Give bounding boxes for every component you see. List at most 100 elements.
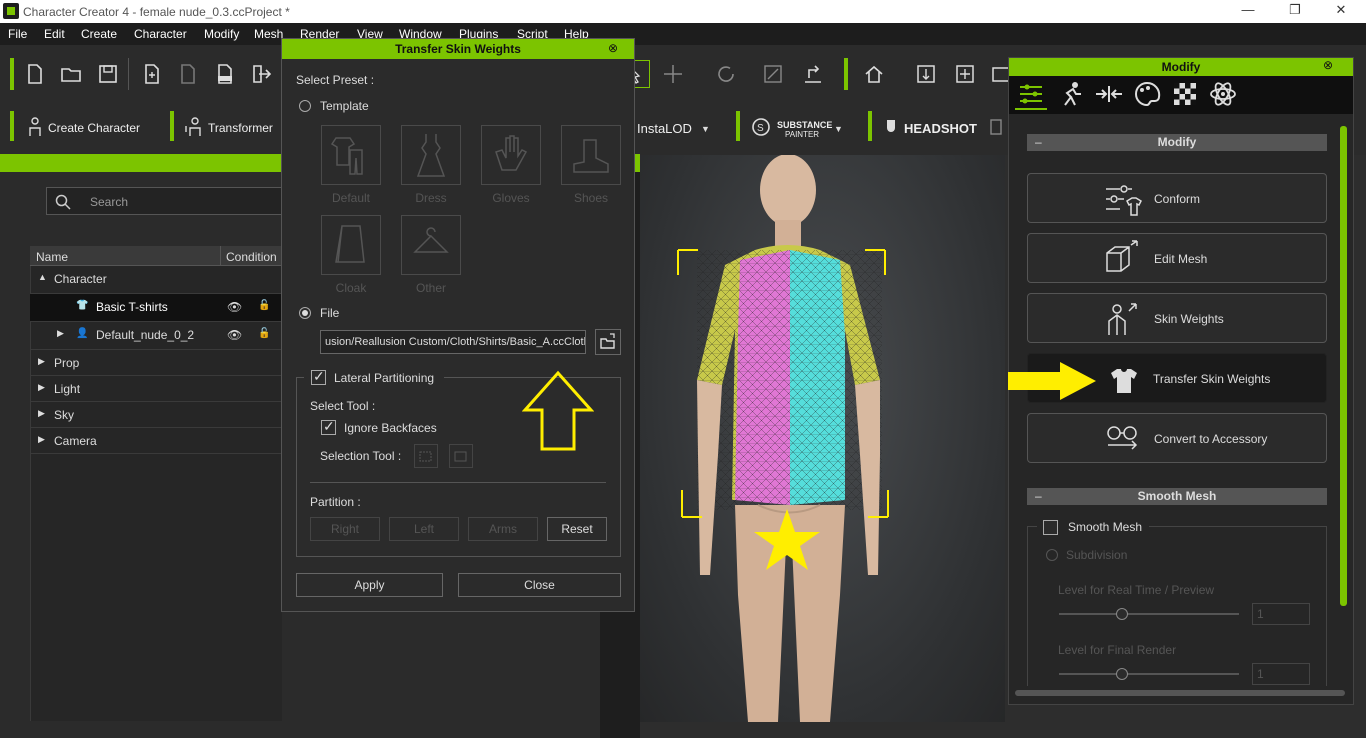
fit-vertical-icon[interactable]	[915, 63, 937, 85]
modify-vertical-scrollbar[interactable]	[1340, 126, 1347, 606]
new-file-icon[interactable]	[24, 63, 46, 85]
edit-mesh-button[interactable]: Edit Mesh	[1027, 233, 1327, 283]
lasso-selection-button[interactable]	[449, 444, 473, 468]
preset-cloak-label: Cloak	[335, 281, 367, 295]
tree-row-character[interactable]: ▲ Character	[30, 266, 282, 294]
tab-modify-sliders[interactable]	[1015, 78, 1047, 110]
tab-morph[interactable]	[1093, 78, 1125, 110]
partition-left-button[interactable]: Left	[389, 517, 459, 541]
modify-close-icon[interactable]: ⊗	[1323, 58, 1333, 72]
open-folder-icon[interactable]	[60, 63, 82, 85]
browse-file-button[interactable]	[595, 329, 621, 355]
expand-arrow-icon[interactable]: ▶	[57, 328, 64, 339]
preset-dress-tile[interactable]	[401, 125, 461, 185]
section-modify-header[interactable]: Modify	[1027, 134, 1327, 151]
apply-button[interactable]: Apply	[296, 573, 443, 597]
tab-texture[interactable]	[1169, 78, 1201, 110]
substance-label-top[interactable]: SUBSTANCE	[777, 120, 832, 130]
level-final-spinbox[interactable]: 1	[1252, 663, 1310, 685]
ic-export-icon[interactable]	[177, 63, 199, 85]
modify-panel-title: Modify	[1009, 58, 1353, 76]
expand-arrow-icon[interactable]: ▶	[38, 408, 45, 419]
modify-horizontal-scrollbar[interactable]	[1015, 690, 1345, 696]
expand-arrow-icon[interactable]: ▶	[38, 434, 45, 445]
menu-file[interactable]: File	[8, 27, 27, 41]
lateral-partitioning-checkbox[interactable]	[311, 368, 326, 385]
instalod-button[interactable]: InstaLOD	[637, 121, 692, 136]
create-character-button[interactable]: Create Character	[48, 121, 140, 135]
menu-edit[interactable]: Edit	[44, 27, 65, 41]
level-realtime-slider[interactable]	[1059, 613, 1239, 615]
subdivision-radio[interactable]	[1046, 549, 1058, 561]
tree-row-sky[interactable]: ▶ Sky	[30, 402, 282, 428]
close-button[interactable]: Close	[458, 573, 621, 597]
conform-button[interactable]: Conform	[1027, 173, 1327, 223]
3d-viewport[interactable]	[640, 155, 1005, 722]
dialog-close-icon[interactable]: ⊗	[608, 41, 618, 55]
menu-mesh[interactable]: Mesh	[254, 27, 283, 41]
close-window-button[interactable]: ✕	[1330, 2, 1352, 20]
convert-to-accessory-button[interactable]: Convert to Accessory	[1027, 413, 1327, 463]
skin-weights-button[interactable]: Skin Weights	[1027, 293, 1327, 343]
menu-character[interactable]: Character	[134, 27, 187, 41]
preset-shoes-tile[interactable]	[561, 125, 621, 185]
preset-cloak-tile[interactable]	[321, 215, 381, 275]
export-icon[interactable]	[250, 63, 272, 85]
level-realtime-spinbox[interactable]: 1	[1252, 603, 1310, 625]
level-final-slider-knob[interactable]	[1116, 668, 1128, 680]
level-final-slider[interactable]	[1059, 673, 1239, 675]
headshot-extra-icon[interactable]	[986, 116, 1008, 138]
substance-label-bottom[interactable]: PAINTER	[785, 130, 819, 139]
section-smooth-mesh-header[interactable]: Smooth Mesh	[1027, 488, 1327, 505]
preset-default-tile[interactable]	[321, 125, 381, 185]
substance-dropdown-icon[interactable]: ▼	[834, 124, 843, 134]
home-icon[interactable]	[863, 63, 885, 85]
substance-icon: S	[750, 116, 772, 138]
lock-icon[interactable]: 🔓	[258, 328, 270, 339]
tab-physics[interactable]	[1207, 78, 1239, 110]
level-realtime-slider-knob[interactable]	[1116, 608, 1128, 620]
visibility-eye-icon[interactable]: 👁	[227, 328, 242, 342]
partition-reset-button[interactable]: Reset	[547, 517, 607, 541]
import-icon[interactable]	[141, 63, 163, 85]
partition-arms-button[interactable]: Arms	[468, 517, 538, 541]
preset-other-tile[interactable]	[401, 215, 461, 275]
ignore-backfaces-checkbox[interactable]	[321, 418, 336, 435]
menu-modify[interactable]: Modify	[204, 27, 239, 41]
instalod-dropdown-icon[interactable]: ▼	[701, 124, 710, 134]
restore-button[interactable]: ❐	[1284, 2, 1306, 20]
tree-row-light[interactable]: ▶ Light	[30, 376, 282, 402]
tree-row-default-nude[interactable]: ▶ 👤 Default_nude_0_2 👁 🔓	[30, 322, 282, 350]
move-icon[interactable]	[662, 63, 684, 85]
rect-selection-button[interactable]	[414, 444, 438, 468]
tab-material[interactable]	[1131, 78, 1163, 110]
preset-gloves-tile[interactable]	[481, 125, 541, 185]
usd-export-icon[interactable]	[214, 63, 236, 85]
scale-icon[interactable]	[762, 63, 784, 85]
column-condition[interactable]: Condition	[226, 250, 277, 264]
expand-arrow-icon[interactable]: ▶	[38, 356, 45, 367]
tree-header: Name Condition	[30, 246, 282, 266]
file-path-input[interactable]: usion/Reallusion Custom/Cloth/Shirts/Bas…	[320, 330, 586, 354]
tab-motion[interactable]	[1055, 78, 1087, 110]
visibility-eye-icon[interactable]: 👁	[227, 300, 242, 314]
minimize-button[interactable]: —	[1237, 2, 1259, 20]
file-radio[interactable]	[299, 307, 311, 319]
save-icon[interactable]	[97, 63, 119, 85]
lock-icon[interactable]: 🔓	[258, 300, 270, 311]
fit-all-icon[interactable]	[954, 63, 976, 85]
partition-right-button[interactable]: Right	[310, 517, 380, 541]
expand-arrow-icon[interactable]: ▶	[38, 382, 45, 393]
tree-row-prop[interactable]: ▶ Prop	[30, 350, 282, 376]
tree-row-basic-tshirts[interactable]: 👕 Basic T-shirts 👁 🔓	[30, 294, 282, 322]
tree-row-camera[interactable]: ▶ Camera	[30, 428, 282, 454]
menu-create[interactable]: Create	[81, 27, 117, 41]
transformer-button[interactable]: Transformer	[208, 121, 273, 135]
rotate-icon[interactable]	[715, 63, 737, 85]
template-radio[interactable]	[299, 100, 311, 112]
place-icon[interactable]	[802, 63, 824, 85]
expand-arrow-icon[interactable]: ▲	[38, 272, 47, 282]
column-name[interactable]: Name	[36, 250, 68, 264]
headshot-button[interactable]: HEADSHOT	[904, 121, 977, 136]
smooth-mesh-checkbox[interactable]	[1043, 520, 1058, 535]
